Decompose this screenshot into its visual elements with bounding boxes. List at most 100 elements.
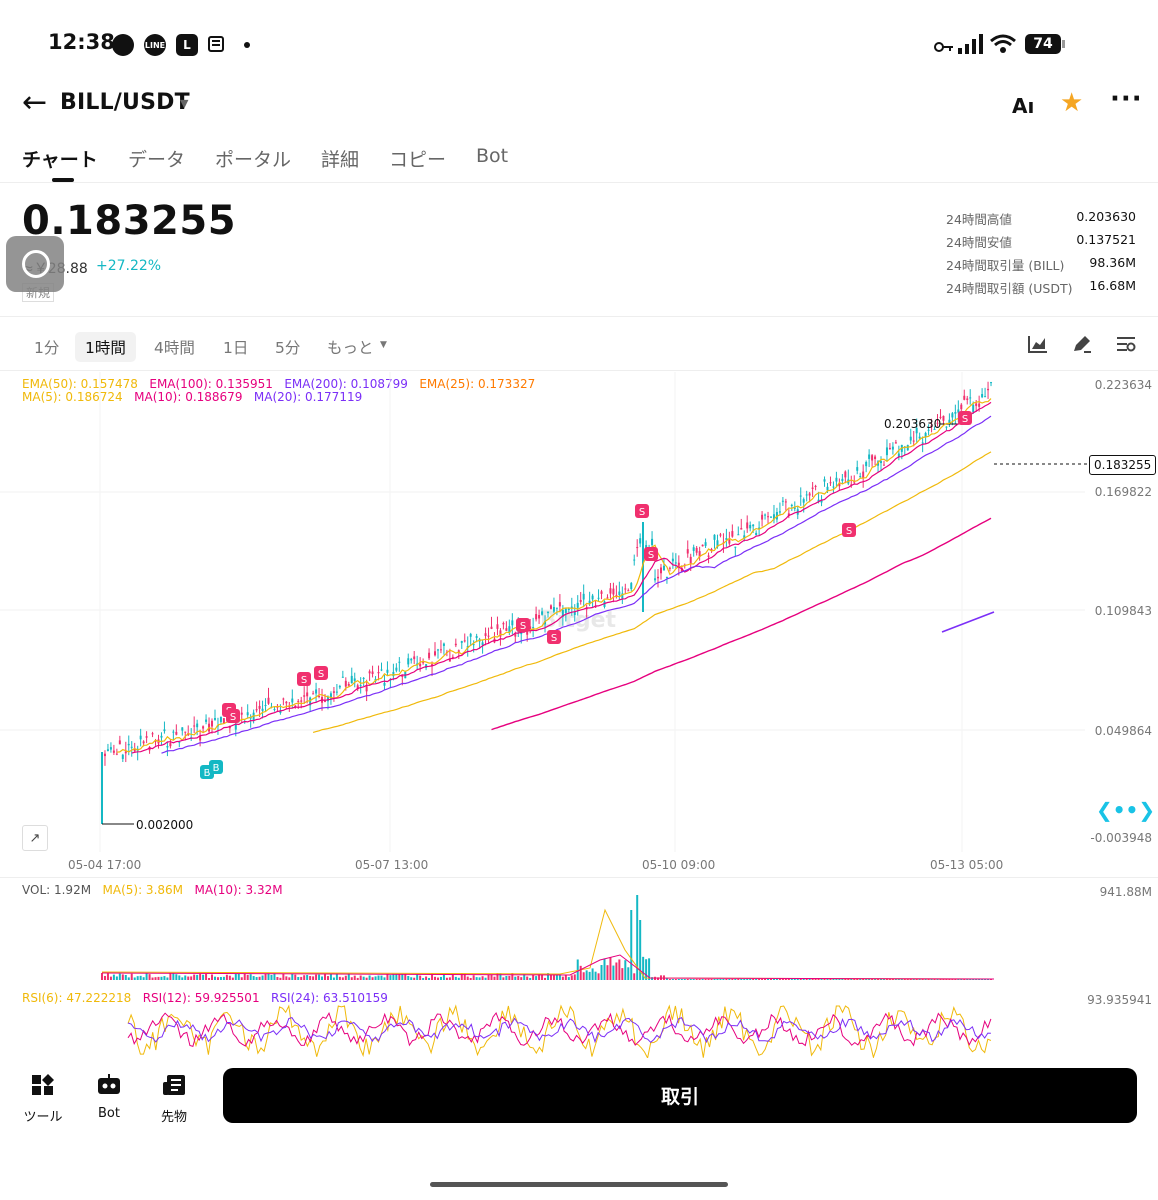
candle-body	[707, 555, 710, 557]
tools-icon[interactable]	[23, 1074, 63, 1102]
volume-bar	[731, 979, 734, 980]
volume-bar	[190, 976, 193, 980]
volume-bar	[856, 979, 859, 980]
rsi-6-legend: RSI(6): 47.222218	[22, 991, 132, 1005]
candle-body	[398, 661, 401, 663]
tab-details[interactable]: 詳細	[321, 145, 359, 172]
back-arrow-icon[interactable]: ←	[22, 88, 47, 118]
ema50-line	[312, 451, 992, 733]
candle-body	[383, 682, 386, 686]
futures-label[interactable]: 先物	[144, 1106, 204, 1125]
candle-body	[303, 695, 306, 697]
futures-icon[interactable]	[154, 1074, 194, 1102]
candle-body	[728, 539, 731, 544]
timeframe-more[interactable]: もっと	[327, 336, 374, 358]
candle-body	[576, 602, 579, 608]
volume-bar	[481, 976, 484, 980]
volume-bar	[187, 976, 190, 980]
ma10-line	[131, 401, 992, 754]
volume-bar	[514, 976, 517, 980]
bot-label[interactable]: Bot	[79, 1106, 139, 1121]
candle-body	[740, 528, 743, 530]
candle-body	[115, 753, 118, 755]
volume-bar	[303, 975, 306, 980]
volume-bar	[184, 975, 187, 980]
volume-bar	[579, 965, 582, 980]
timeframe-4h[interactable]: 4時間	[154, 336, 195, 358]
fullscreen-icon[interactable]: ↗	[22, 825, 48, 851]
candle-body	[630, 583, 633, 590]
chart-settings-icon[interactable]	[1116, 335, 1136, 358]
candle-body	[196, 723, 199, 728]
volume-bar	[344, 975, 347, 980]
more-icon[interactable]: ···	[1110, 84, 1143, 114]
tab-data[interactable]: データ	[128, 145, 185, 172]
candle-body	[549, 605, 552, 609]
draw-tool-icon[interactable]	[1072, 335, 1092, 358]
timeframe-5m[interactable]: 5分	[275, 336, 300, 358]
battery-tip	[1062, 40, 1065, 48]
candle-body	[282, 698, 285, 700]
home-indicator[interactable]	[430, 1182, 728, 1187]
more-caret-icon[interactable]: ▼	[380, 340, 387, 350]
timeframe-1m[interactable]: 1分	[34, 336, 59, 358]
candle-body	[814, 485, 817, 487]
candle-body	[651, 538, 654, 546]
trade-button[interactable]: 取引	[223, 1068, 1137, 1123]
buy-marker: B	[209, 760, 223, 774]
candle-body	[538, 615, 541, 619]
candle-body	[972, 404, 975, 412]
volume-bar	[573, 974, 576, 980]
volume-bar	[395, 974, 398, 980]
bot-icon[interactable]	[89, 1074, 129, 1102]
candle-body	[407, 658, 410, 665]
volume-bar	[428, 977, 431, 980]
pair-title[interactable]: BILL/USDT	[60, 90, 190, 115]
volume-bar	[404, 974, 407, 980]
timeframe-1d[interactable]: 1日	[223, 336, 248, 358]
candle-body	[597, 597, 600, 599]
stat-high-value: 0.203630	[1076, 209, 1136, 224]
volume-bar	[439, 976, 442, 980]
candle-body	[808, 493, 811, 496]
tab-bot[interactable]: Bot	[476, 145, 508, 167]
timeframe-1h[interactable]: 1時間	[75, 332, 136, 362]
volume-bar	[377, 975, 380, 980]
volume-bar	[199, 973, 202, 980]
candle-body	[481, 642, 484, 646]
candle-body	[505, 628, 508, 631]
x-tick-label: 05-13 05:00	[930, 858, 1004, 872]
volume-bar	[213, 976, 216, 980]
volume-bar	[457, 977, 460, 980]
volume-bar	[707, 979, 710, 980]
tools-label[interactable]: ツール	[13, 1106, 73, 1125]
volume-bar	[193, 974, 196, 980]
volume-bar	[740, 979, 743, 980]
tab-portal[interactable]: ポータル	[215, 145, 291, 172]
star-icon[interactable]: ★	[1060, 88, 1083, 118]
volume-bar	[321, 976, 324, 980]
candle-body	[410, 658, 413, 661]
indicator-icon[interactable]	[1028, 335, 1048, 358]
tab-copy[interactable]: コピー	[389, 145, 446, 172]
ai-icon[interactable]: Aı	[1012, 94, 1034, 118]
candle-body	[344, 680, 347, 687]
ai-assistant-icon[interactable]: ❮••❯	[1096, 798, 1155, 822]
floating-assistive-button[interactable]	[6, 236, 64, 292]
tab-chart[interactable]: チャート	[22, 145, 98, 172]
candle-body	[746, 522, 749, 529]
candle-body	[734, 546, 737, 548]
chevron-down-icon[interactable]: ▼	[180, 97, 188, 110]
candle-body	[627, 590, 630, 592]
volume-bar	[225, 974, 228, 980]
volume-bar	[106, 973, 109, 980]
candle-body	[246, 712, 249, 716]
volume-bar	[493, 976, 496, 980]
volume-bar	[326, 976, 329, 980]
candle-body	[671, 558, 674, 562]
volume-bar	[520, 977, 523, 980]
candlestick-chart[interactable]: Bitget SSSSSSSSSSBB	[0, 372, 1158, 877]
x-tick-label: 05-10 09:00	[642, 858, 716, 872]
candle-body	[436, 649, 439, 651]
candle-body	[844, 471, 847, 478]
